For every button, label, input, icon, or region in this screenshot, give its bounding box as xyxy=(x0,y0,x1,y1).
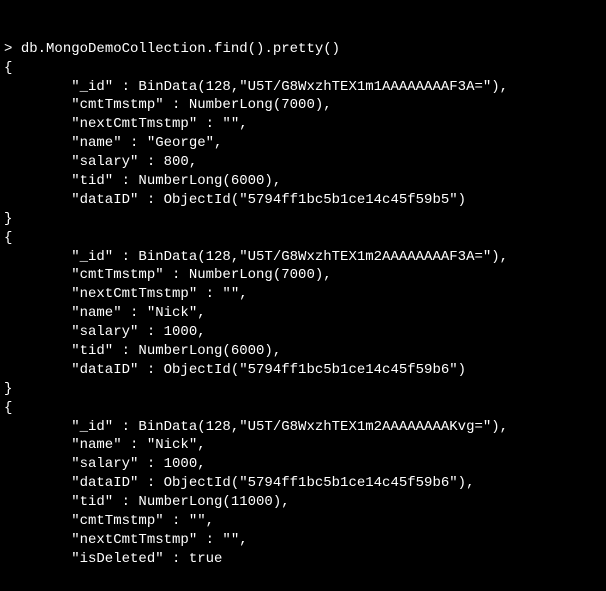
brace-close: } xyxy=(4,381,12,397)
brace-open: { xyxy=(4,60,12,76)
doc1-tid: "tid" : NumberLong(6000), xyxy=(4,343,281,359)
prompt xyxy=(4,41,21,57)
doc2-nextCmtTmstmp: "nextCmtTmstmp" : "", xyxy=(4,532,248,548)
doc2-dataID: "dataID" : ObjectId("5794ff1bc5b1ce14c45… xyxy=(4,475,474,491)
brace-open: { xyxy=(4,400,12,416)
doc2-isDeleted: "isDeleted" : true xyxy=(4,551,222,567)
doc1-name: "name" : "Nick", xyxy=(4,305,206,321)
doc1-dataID: "dataID" : ObjectId("5794ff1bc5b1ce14c45… xyxy=(4,362,466,378)
doc2-cmtTmstmp: "cmtTmstmp" : "", xyxy=(4,513,214,529)
doc2-tid: "tid" : NumberLong(11000), xyxy=(4,494,290,510)
doc1-salary: "salary" : 1000, xyxy=(4,324,206,340)
doc2-id: "_id" : BinData(128,"U5T/G8WxzhTEX1m2AAA… xyxy=(4,419,508,435)
doc0-salary: "salary" : 800, xyxy=(4,154,197,170)
doc1-nextCmtTmstmp: "nextCmtTmstmp" : "", xyxy=(4,286,248,302)
doc0-dataID: "dataID" : ObjectId("5794ff1bc5b1ce14c45… xyxy=(4,192,466,208)
doc0-cmtTmstmp: "cmtTmstmp" : NumberLong(7000), xyxy=(4,97,332,113)
doc2-salary: "salary" : 1000, xyxy=(4,456,206,472)
terminal-output: db.MongoDemoCollection.find().pretty() {… xyxy=(0,38,606,571)
doc0-name: "name" : "George", xyxy=(4,135,222,151)
command-text: db.MongoDemoCollection.find().pretty() xyxy=(21,41,340,57)
doc0-id: "_id" : BinData(128,"U5T/G8WxzhTEX1m1AAA… xyxy=(4,79,508,95)
doc0-tid: "tid" : NumberLong(6000), xyxy=(4,173,281,189)
brace-open: { xyxy=(4,230,12,246)
doc1-cmtTmstmp: "cmtTmstmp" : NumberLong(7000), xyxy=(4,267,332,283)
doc1-id: "_id" : BinData(128,"U5T/G8WxzhTEX1m2AAA… xyxy=(4,249,508,265)
doc0-nextCmtTmstmp: "nextCmtTmstmp" : "", xyxy=(4,116,248,132)
doc2-name: "name" : "Nick", xyxy=(4,437,206,453)
brace-close: } xyxy=(4,211,12,227)
